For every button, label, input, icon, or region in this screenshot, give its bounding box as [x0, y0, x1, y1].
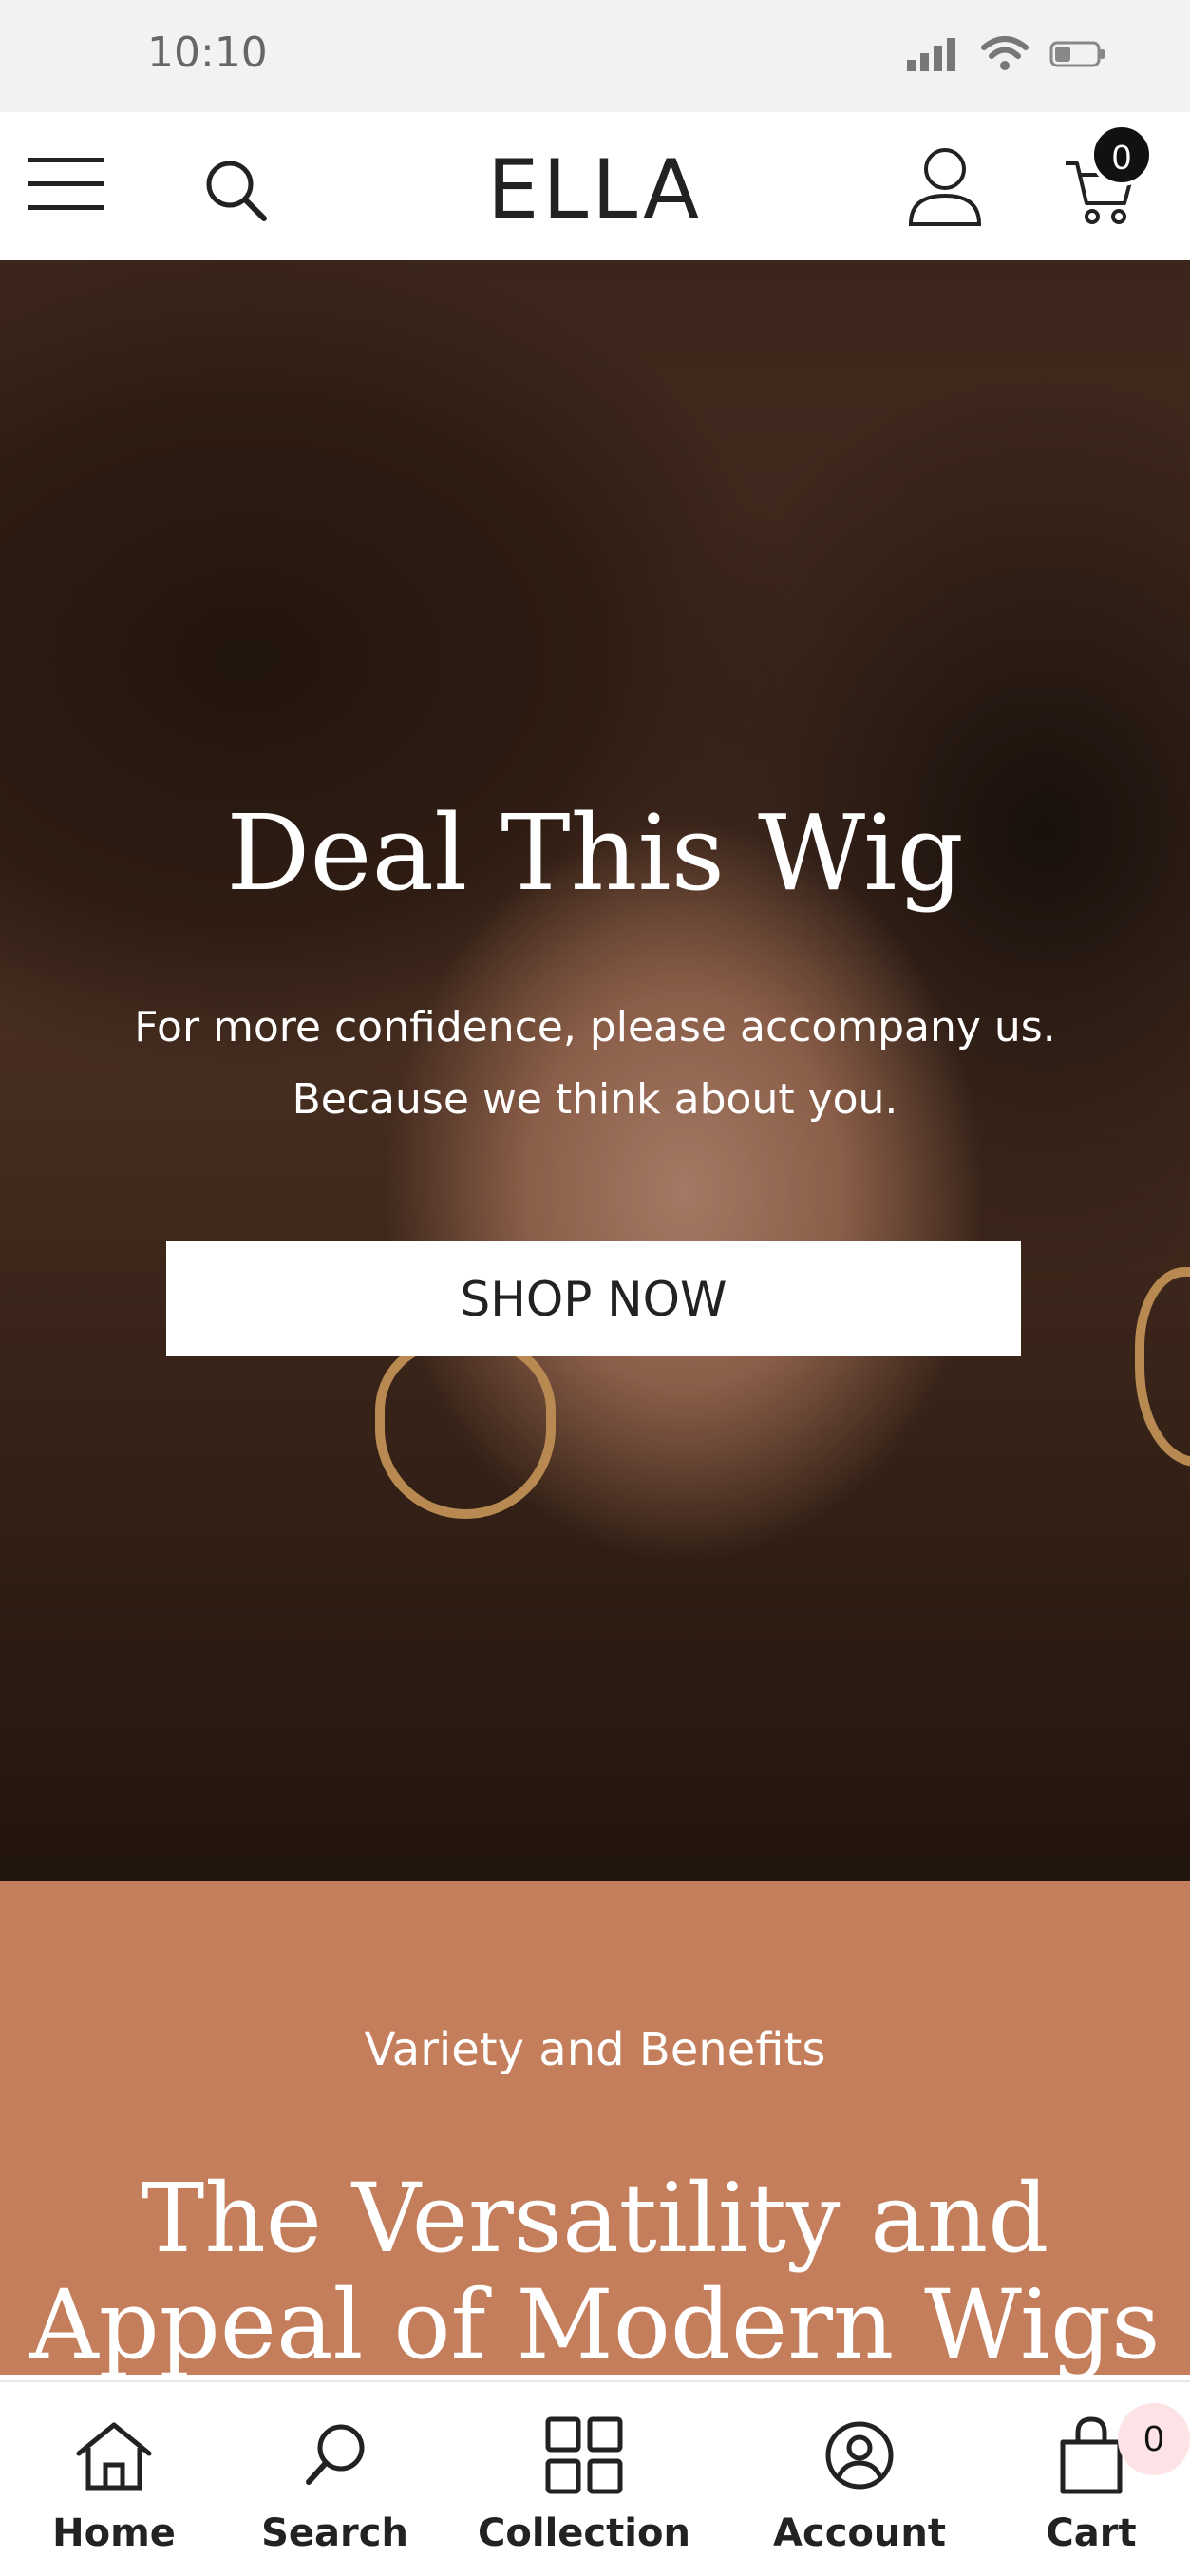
nav-collection[interactable]: Collection — [442, 2382, 727, 2576]
nav-home-label: Home — [52, 2511, 176, 2555]
home-icon — [71, 2413, 157, 2498]
nav-search[interactable]: Search — [228, 2382, 442, 2576]
nav-cart[interactable]: Cart 0 — [992, 2382, 1190, 2576]
nav-cart-label: Cart — [1046, 2511, 1137, 2555]
battery-icon — [1049, 41, 1105, 67]
promo-section: Variety and Benefits The Versatility and… — [0, 1881, 1190, 2378]
hero-title: Deal This Wig — [226, 792, 964, 914]
search-icon — [293, 2413, 378, 2498]
status-time: 10:10 — [147, 28, 268, 77]
nav-collection-label: Collection — [478, 2511, 690, 2555]
site-logo[interactable]: ELLA — [0, 142, 1190, 237]
status-icons — [907, 36, 1106, 72]
grid-icon — [541, 2413, 627, 2498]
hero-subtitle: For more confidence, please accompany us… — [0, 992, 1190, 1136]
nav-home[interactable]: Home — [0, 2382, 228, 2576]
promo-title: The Versatility and Appeal of Modern Wig… — [0, 2166, 1190, 2378]
user-icon — [908, 148, 982, 226]
promo-title-line-2: Appeal of Modern Wigs — [29, 2269, 1161, 2380]
status-bar: 10:10 — [0, 0, 1190, 112]
promo-title-line-1: The Versatility and — [141, 2163, 1049, 2274]
cart-count-badge: 0 — [1090, 123, 1153, 186]
promo-eyebrow: Variety and Benefits — [364, 2023, 826, 2076]
site-header: ELLA 0 — [0, 112, 1190, 260]
nav-account-label: Account — [773, 2511, 946, 2555]
nav-search-label: Search — [261, 2511, 408, 2555]
wifi-icon — [981, 36, 1029, 70]
nav-cart-badge: 0 — [1118, 2403, 1190, 2475]
account-icon — [817, 2413, 902, 2498]
header-account-button[interactable] — [907, 146, 983, 228]
signal-icon — [907, 38, 955, 71]
nav-account[interactable]: Account — [727, 2382, 992, 2576]
left-earring-decoration — [375, 1338, 556, 1519]
shop-now-button[interactable]: SHOP NOW — [166, 1241, 1021, 1356]
hero-subtitle-line-2: Because we think about you. — [292, 1075, 898, 1124]
hero-banner: Deal This Wig For more confidence, pleas… — [0, 260, 1190, 1881]
hero-subtitle-line-1: For more confidence, please accompany us… — [134, 1003, 1056, 1051]
bottom-nav: Home Search Collection Account Cart 0 — [0, 2380, 1190, 2576]
